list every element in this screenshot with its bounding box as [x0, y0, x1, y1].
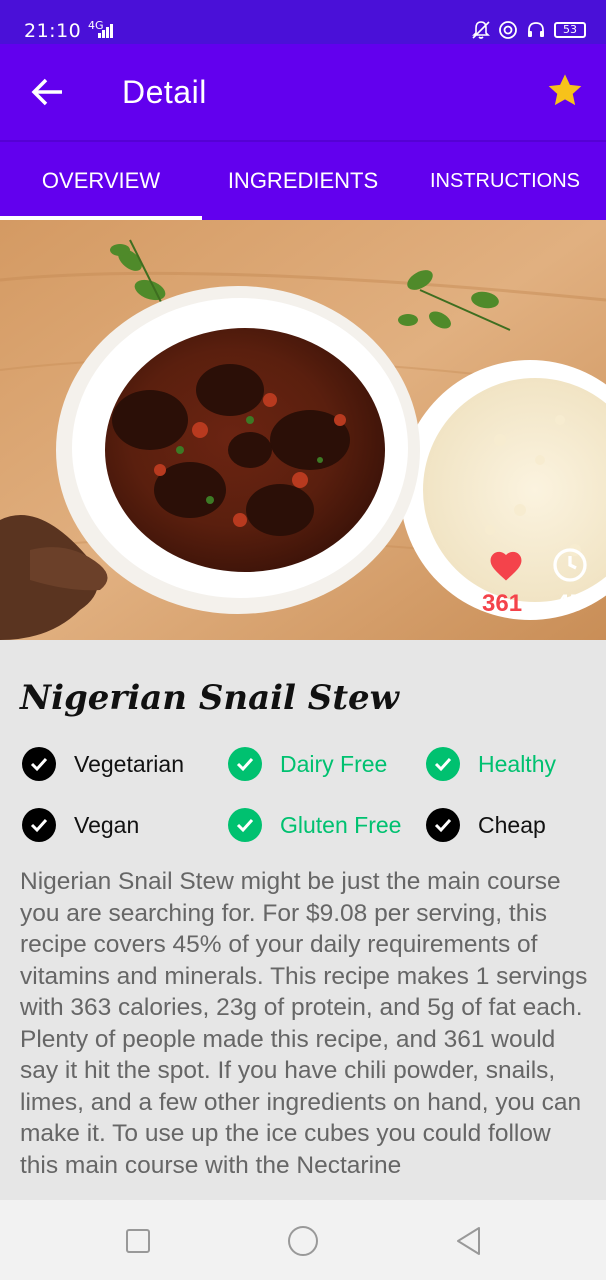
status-time: 21:10: [24, 20, 82, 42]
heart-icon: [490, 551, 522, 581]
home-circle-icon[interactable]: [286, 1224, 320, 1258]
tab-bar: OVERVIEW INGREDIENTS INSTRUCTIONS: [0, 140, 606, 220]
tab-ingredients[interactable]: INGREDIENTS: [202, 168, 404, 194]
badge-label: Vegetarian: [74, 750, 184, 777]
system-nav-bar: [0, 1200, 606, 1280]
check-icon: [426, 808, 460, 842]
recents-square-icon[interactable]: [121, 1224, 155, 1258]
badge-gluten-free: Gluten Free: [228, 805, 401, 845]
badge-label: Dairy Free: [280, 750, 388, 777]
tab-instructions[interactable]: INSTRUCTIONS: [404, 170, 606, 193]
mute-bell-icon: [472, 21, 490, 39]
badge-label: Vegan: [74, 811, 140, 838]
clock-icon: [553, 548, 587, 582]
check-icon: [22, 747, 56, 781]
recipe-title: Nigerian Snail Stew: [20, 678, 399, 718]
status-bar: 21:10 4G 53: [0, 0, 606, 44]
badge-healthy: Healthy: [426, 744, 556, 784]
badge-label: Gluten Free: [280, 811, 402, 838]
badge-cheap: Cheap: [426, 805, 546, 845]
prep-minutes: 45: [556, 590, 583, 617]
headset-icon: [528, 22, 544, 37]
tab-overview[interactable]: OVERVIEW: [0, 168, 202, 194]
badge-dairy-free: Dairy Free: [228, 744, 387, 784]
check-icon: [426, 747, 460, 781]
badge-vegan: Vegan: [22, 805, 139, 845]
check-icon: [22, 808, 56, 842]
badge-label: Healthy: [478, 750, 556, 777]
check-icon: [228, 808, 262, 842]
back-triangle-icon[interactable]: [452, 1224, 486, 1258]
app-bar: Detail: [0, 44, 606, 140]
arrow-left-icon[interactable]: [28, 72, 68, 112]
page-title: Detail: [122, 74, 207, 110]
signal-icon: [98, 24, 114, 38]
badge-vegetarian: Vegetarian: [22, 744, 184, 784]
overview-content: Nigerian Snail Stew Vegetarian Dairy Fre…: [0, 640, 606, 1200]
likes-count: 361: [482, 590, 523, 617]
recipe-summary: Nigerian Snail Stew might be just the ma…: [20, 868, 588, 1179]
badge-label: Cheap: [478, 811, 546, 838]
battery-icon: 53: [554, 22, 586, 38]
check-icon: [228, 747, 262, 781]
star-icon[interactable]: [546, 72, 584, 110]
vpn-icon: [499, 21, 517, 39]
